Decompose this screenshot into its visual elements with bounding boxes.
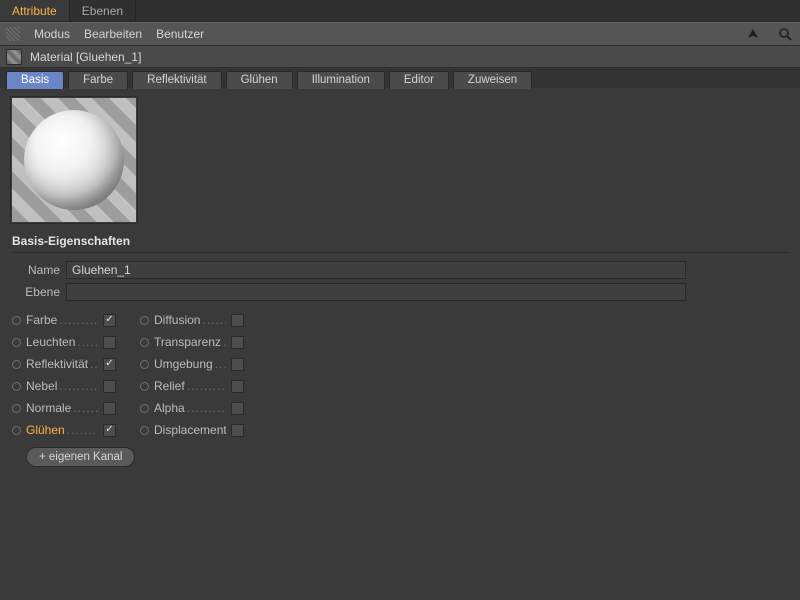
keyframe-dot-icon[interactable] (12, 338, 21, 347)
material-header: Material [Gluehen_1] (0, 46, 800, 68)
keyframe-dot-icon[interactable] (140, 404, 149, 413)
drag-handle-icon[interactable] (6, 27, 20, 41)
material-preview-frame (10, 96, 138, 224)
channel-label[interactable]: Umgebung (154, 357, 226, 371)
tab-illumination[interactable]: Illumination (297, 71, 385, 89)
menubar: Modus Bearbeiten Benutzer (0, 22, 800, 46)
tab-reflektivitaet[interactable]: Reflektivität (132, 71, 221, 89)
tab-editor[interactable]: Editor (389, 71, 449, 89)
section-title: Basis-Eigenschaften (12, 234, 790, 253)
channel-row-reflektivität: Reflektivität (12, 355, 132, 373)
channel-row-relief: Relief (140, 377, 260, 395)
channel-row-farbe: Farbe (12, 311, 132, 329)
menu-user[interactable]: Benutzer (156, 27, 204, 41)
channel-checkbox-displacement[interactable] (231, 424, 244, 437)
channel-checkbox-reflektivität[interactable] (103, 358, 116, 371)
channel-label[interactable]: Glühen (26, 423, 98, 437)
channel-checkbox-diffusion[interactable] (231, 314, 244, 327)
tab-basis[interactable]: Basis (6, 71, 64, 89)
keyframe-dot-icon[interactable] (140, 316, 149, 325)
channel-checkbox-normale[interactable] (103, 402, 116, 415)
nav-up-icon[interactable] (744, 25, 762, 43)
property-tab-bar: Basis Farbe Reflektivität Glühen Illumin… (0, 68, 800, 88)
channel-checkbox-nebel[interactable] (103, 380, 116, 393)
window-tab-bar: Attribute Ebenen (0, 0, 800, 22)
add-custom-channel-button[interactable]: + eigenen Kanal (26, 447, 135, 467)
material-swatch-icon (6, 49, 22, 65)
channel-label[interactable]: Nebel (26, 379, 98, 393)
channel-checkbox-glühen[interactable] (103, 424, 116, 437)
channel-checkbox-umgebung[interactable] (231, 358, 244, 371)
channel-checkbox-relief[interactable] (231, 380, 244, 393)
input-layer[interactable] (66, 283, 686, 301)
material-title: Material [Gluehen_1] (30, 50, 141, 64)
row-name: Name (10, 259, 790, 281)
window-tab-attribute[interactable]: Attribute (0, 0, 70, 21)
menu-edit[interactable]: Bearbeiten (84, 27, 142, 41)
keyframe-dot-icon[interactable] (140, 338, 149, 347)
search-icon[interactable] (776, 25, 794, 43)
channel-checkbox-transparenz[interactable] (231, 336, 244, 349)
channel-label[interactable]: Normale (26, 401, 98, 415)
channel-label[interactable]: Leuchten (26, 335, 98, 349)
channel-row-transparenz: Transparenz (140, 333, 260, 351)
channel-label[interactable]: Transparenz (154, 335, 226, 349)
channel-label[interactable]: Displacement (154, 423, 226, 437)
channel-label[interactable]: Relief (154, 379, 226, 393)
menu-mode[interactable]: Modus (34, 27, 70, 41)
channel-label[interactable]: Reflektivität (26, 357, 98, 371)
channel-checkbox-farbe[interactable] (103, 314, 116, 327)
channel-row-alpha: Alpha (140, 399, 260, 417)
keyframe-dot-icon[interactable] (12, 316, 21, 325)
channel-row-displacement: Displacement (140, 421, 260, 439)
channel-checkbox-leuchten[interactable] (103, 336, 116, 349)
material-preview[interactable] (12, 98, 136, 222)
keyframe-dot-icon[interactable] (12, 404, 21, 413)
row-layer: Ebene (10, 281, 790, 303)
keyframe-dot-icon[interactable] (12, 382, 21, 391)
channel-label[interactable]: Farbe (26, 313, 98, 327)
input-material-name[interactable] (66, 261, 686, 279)
channel-row-normale: Normale (12, 399, 132, 417)
keyframe-dot-icon[interactable] (140, 382, 149, 391)
channel-label[interactable]: Diffusion (154, 313, 226, 327)
channel-grid: Farbe Leuchten Reflektivität Nebel Normale Gl… (12, 311, 790, 439)
channel-row-diffusion: Diffusion (140, 311, 260, 329)
tab-zuweisen[interactable]: Zuweisen (453, 71, 532, 89)
tab-gluehen[interactable]: Glühen (226, 71, 293, 89)
channel-row-leuchten: Leuchten (12, 333, 132, 351)
keyframe-dot-icon[interactable] (140, 426, 149, 435)
label-layer: Ebene (10, 285, 60, 299)
channel-checkbox-alpha[interactable] (231, 402, 244, 415)
channel-row-nebel: Nebel (12, 377, 132, 395)
channel-row-umgebung: Umgebung (140, 355, 260, 373)
tab-farbe[interactable]: Farbe (68, 71, 128, 89)
channel-label[interactable]: Alpha (154, 401, 226, 415)
channel-row-glühen: Glühen (12, 421, 132, 439)
keyframe-dot-icon[interactable] (12, 360, 21, 369)
panel-body: Basis-Eigenschaften Name Ebene Farbe Leuc… (0, 88, 800, 473)
material-preview-sphere (24, 110, 124, 210)
window-tab-layers[interactable]: Ebenen (70, 0, 136, 21)
keyframe-dot-icon[interactable] (140, 360, 149, 369)
keyframe-dot-icon[interactable] (12, 426, 21, 435)
label-name: Name (10, 263, 60, 277)
